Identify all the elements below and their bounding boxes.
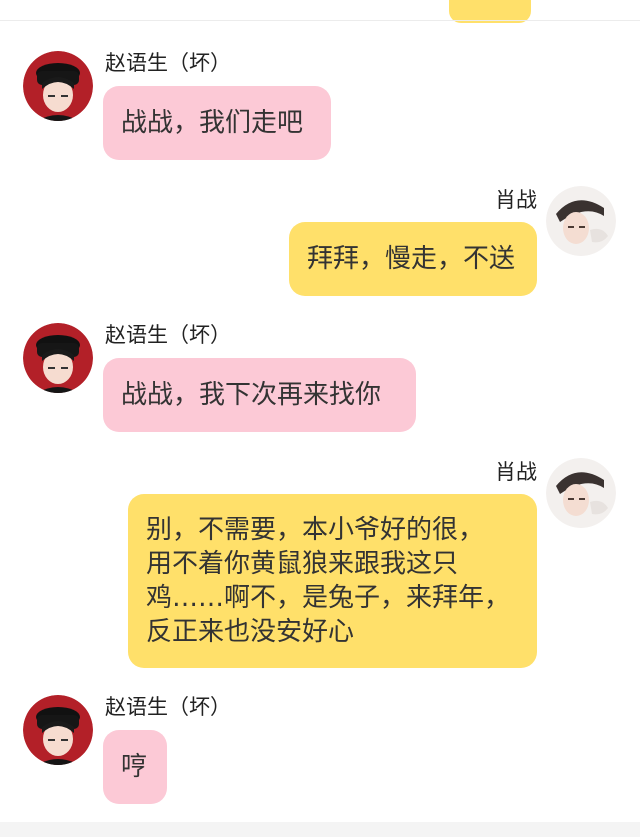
avatar-right-icon[interactable] xyxy=(546,186,616,256)
message-bubble[interactable]: 战战，我下次再来找你 xyxy=(103,358,416,432)
top-divider xyxy=(0,20,640,21)
message-text: 战战，我们走吧 xyxy=(121,108,304,138)
avatar-left-icon[interactable] xyxy=(23,323,93,393)
bottom-bar xyxy=(0,822,640,837)
avatar-left-icon[interactable] xyxy=(23,695,93,765)
message-text: 别，不需要，本小爷好的很， 用不着你黄鼠狼来跟我这只 鸡……啊不，是兔子，来拜年… xyxy=(146,515,511,647)
message-bubble[interactable]: 拜拜，慢走，不送 xyxy=(289,222,537,296)
sender-name: 肖战 xyxy=(495,460,537,484)
message-bubble[interactable]: 哼 xyxy=(103,730,167,804)
message-text: 战战，我下次再来找你 xyxy=(121,380,382,410)
message-text: 哼 xyxy=(121,752,148,782)
message-bubble[interactable]: 战战，我们走吧 xyxy=(103,86,331,160)
message-text: 拜拜，慢走，不送 xyxy=(307,244,516,274)
sender-name: 赵语生（坏） xyxy=(105,695,231,719)
chat-screen: 赵语生（坏） 战战，我们走吧 肖战 拜拜，慢走，不送 赵语生（坏） 战战，我下次… xyxy=(0,0,640,837)
avatar-right-icon[interactable] xyxy=(546,458,616,528)
message-bubble[interactable]: 别，不需要，本小爷好的很， 用不着你黄鼠狼来跟我这只 鸡……啊不，是兔子，来拜年… xyxy=(128,494,537,668)
sender-name: 赵语生（坏） xyxy=(105,51,231,75)
avatar-left-icon[interactable] xyxy=(23,51,93,121)
sender-name: 赵语生（坏） xyxy=(105,323,231,347)
sender-name: 肖战 xyxy=(495,188,537,212)
